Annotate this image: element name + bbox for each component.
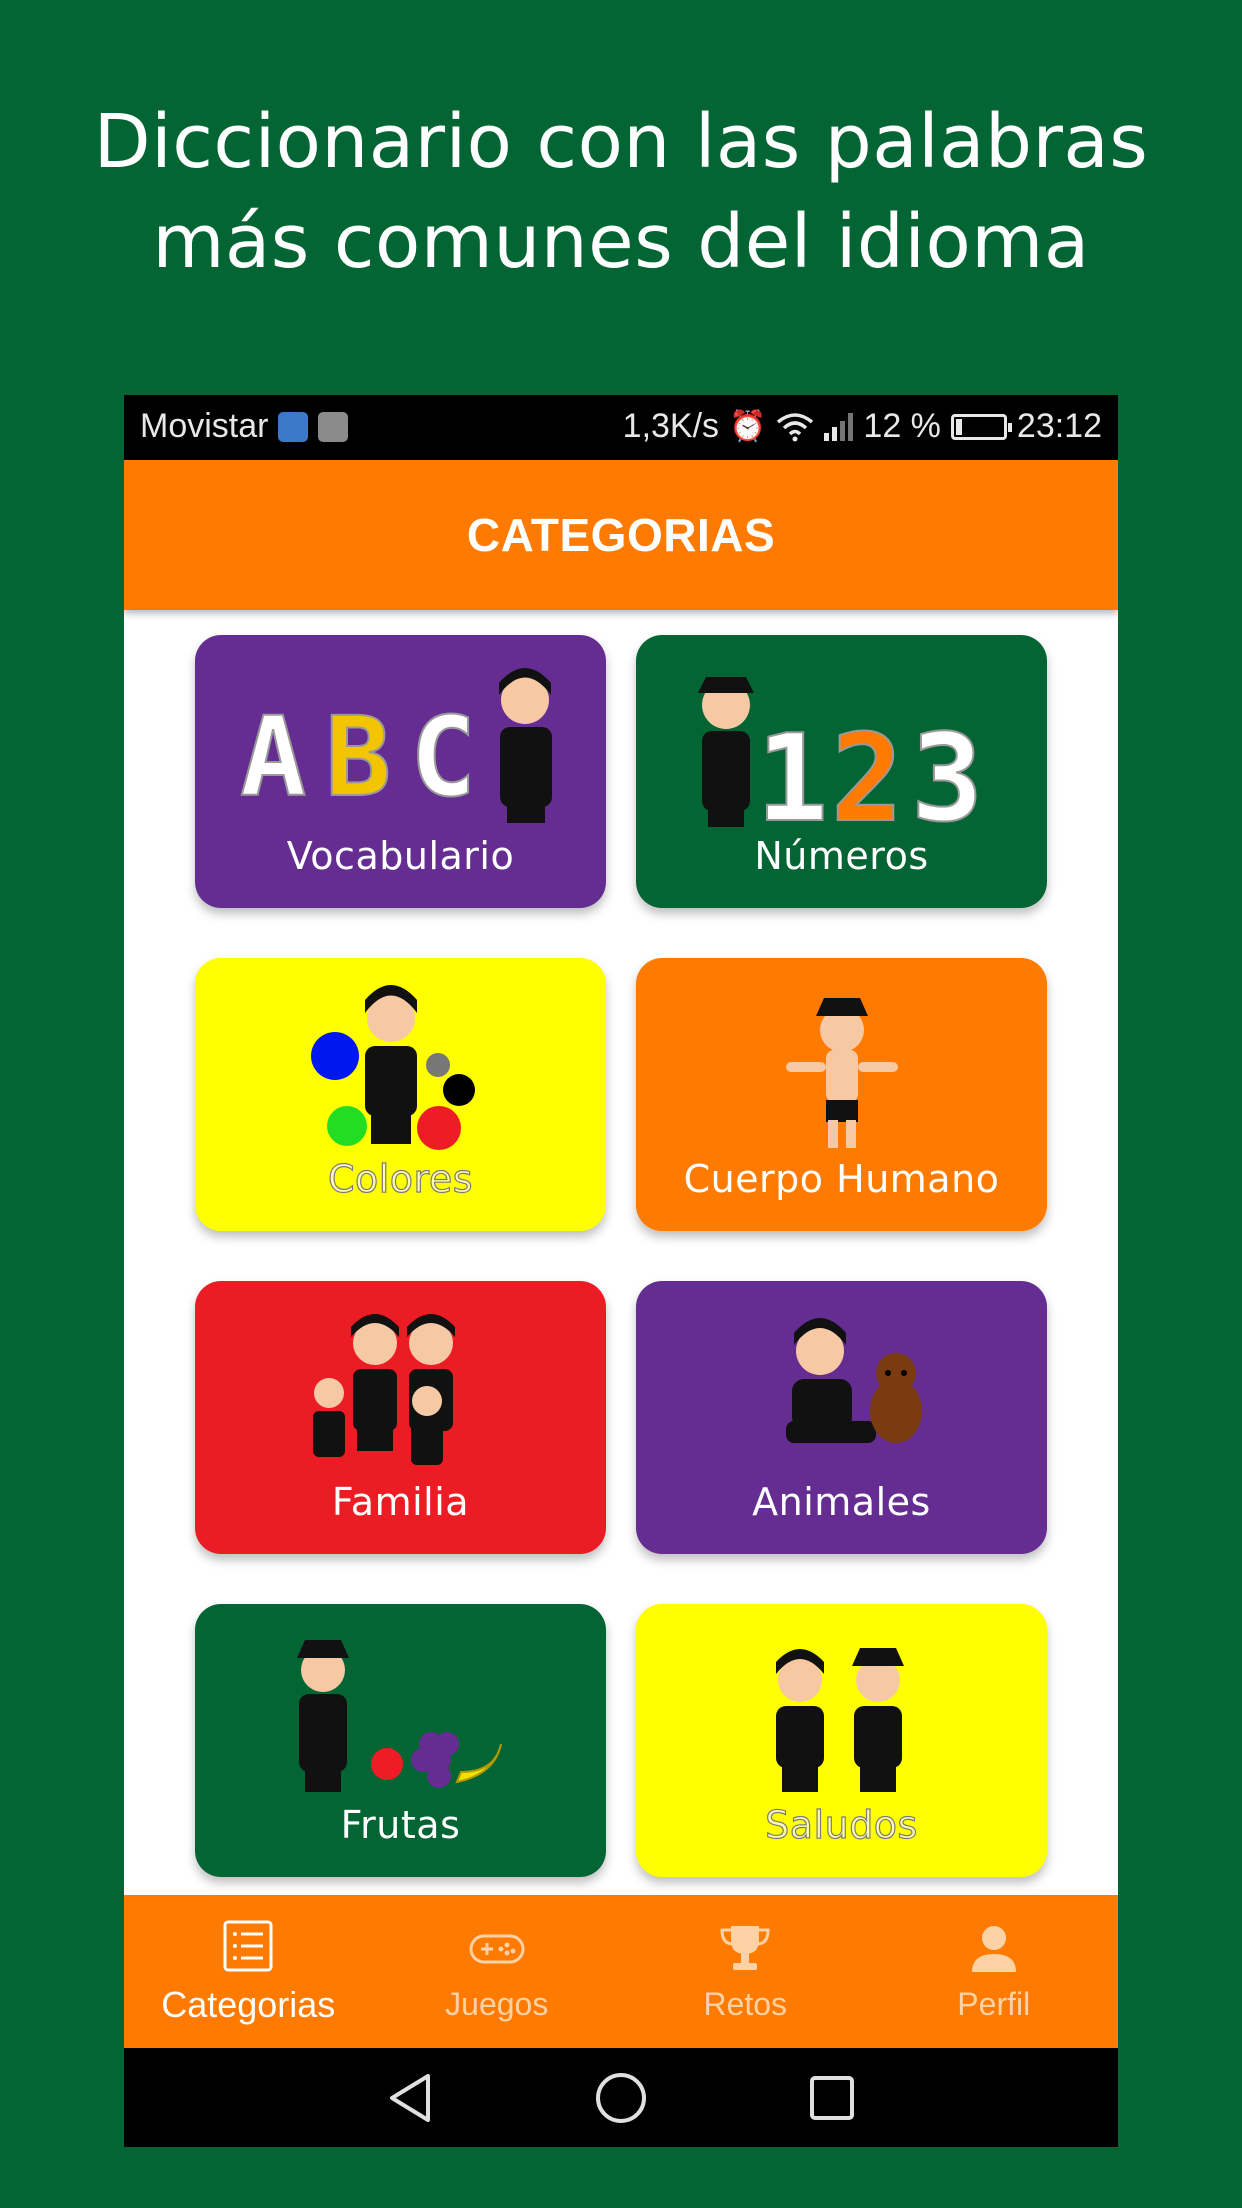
nav-label: Categorias: [161, 1983, 336, 2025]
category-card-cuerpo-humano[interactable]: Cuerpo Humano: [636, 958, 1047, 1231]
nav-item-perfil[interactable]: Perfil: [870, 1895, 1119, 2048]
nav-item-juegos[interactable]: Juegos: [373, 1895, 622, 2048]
battery-icon: [950, 413, 1012, 440]
category-label: Cuerpo Humano: [683, 1157, 1000, 1201]
headline-line-1: Diccionario con las palabras: [93, 99, 1149, 185]
category-label: Animales: [752, 1480, 931, 1524]
category-label: Colores: [327, 1156, 474, 1201]
home-icon[interactable]: [594, 2071, 648, 2125]
phone-screen: Movistar 1,3K/s ⏰ 12 % 23:12 CATEGORIAS: [124, 395, 1118, 2147]
category-label: Familia: [331, 1480, 470, 1524]
bottom-navigation: Categorias Juegos Retos Perfil: [124, 1895, 1118, 2048]
nav-label: Perfil: [957, 1986, 1031, 2022]
app-bar: CATEGORIAS: [124, 460, 1118, 610]
category-card-frutas[interactable]: Frutas: [195, 1604, 606, 1877]
signal-icon: [824, 412, 854, 441]
category-label: Vocabulario: [286, 834, 515, 878]
alarm-icon: ⏰: [729, 410, 767, 443]
gamepad-icon: [469, 1934, 525, 1964]
page-title: CATEGORIAS: [466, 509, 776, 561]
nav-item-retos[interactable]: Retos: [621, 1895, 870, 2048]
nav-item-categorias[interactable]: Categorias: [124, 1895, 373, 2048]
category-card-vocabulario[interactable]: A B C Vocabulario: [195, 635, 606, 908]
battery-percent: 12 %: [863, 407, 941, 445]
wifi-icon: [777, 412, 814, 441]
category-card-colores[interactable]: Colores: [195, 958, 606, 1231]
network-speed: 1,3K/s: [622, 407, 720, 445]
person-icon: [971, 1926, 1016, 1972]
clock: 23:12: [1016, 407, 1102, 445]
nav-label: Juegos: [445, 1986, 549, 2022]
svg-text:B: B: [325, 693, 391, 821]
category-card-familia[interactable]: Familia: [195, 1281, 606, 1554]
carrier-name: Movistar: [140, 407, 269, 445]
category-card-saludos[interactable]: Saludos: [636, 1604, 1047, 1877]
svg-text:A: A: [240, 693, 306, 821]
headline-line-2: más comunes del idioma: [152, 199, 1090, 285]
svg-text:3: 3: [911, 710, 983, 849]
category-grid: A B C Vocabulario 1 2 3 Números Colores …: [195, 635, 1047, 1877]
nav-label: Retos: [703, 1986, 788, 2022]
svg-text:1: 1: [756, 710, 828, 849]
svg-text:C: C: [410, 693, 476, 821]
gallery-notification-icon: [318, 411, 349, 442]
category-card-numeros[interactable]: 1 2 3 Números: [636, 635, 1047, 908]
category-label: Frutas: [340, 1803, 461, 1847]
category-label: Saludos: [765, 1802, 918, 1847]
list-icon: [223, 1920, 273, 1971]
system-navigation-bar: [124, 2048, 1118, 2147]
category-card-animales[interactable]: Animales: [636, 1281, 1047, 1554]
svg-text:2: 2: [831, 710, 903, 849]
recents-icon[interactable]: [808, 2074, 856, 2122]
status-bar: Movistar 1,3K/s ⏰ 12 % 23:12: [124, 395, 1118, 460]
category-label: Números: [754, 834, 929, 878]
promo-headline: Diccionario con las palabras más comunes…: [0, 92, 1242, 292]
health-app-icon: [278, 411, 309, 442]
back-icon[interactable]: [386, 2072, 434, 2124]
trophy-icon: [720, 1926, 770, 1970]
